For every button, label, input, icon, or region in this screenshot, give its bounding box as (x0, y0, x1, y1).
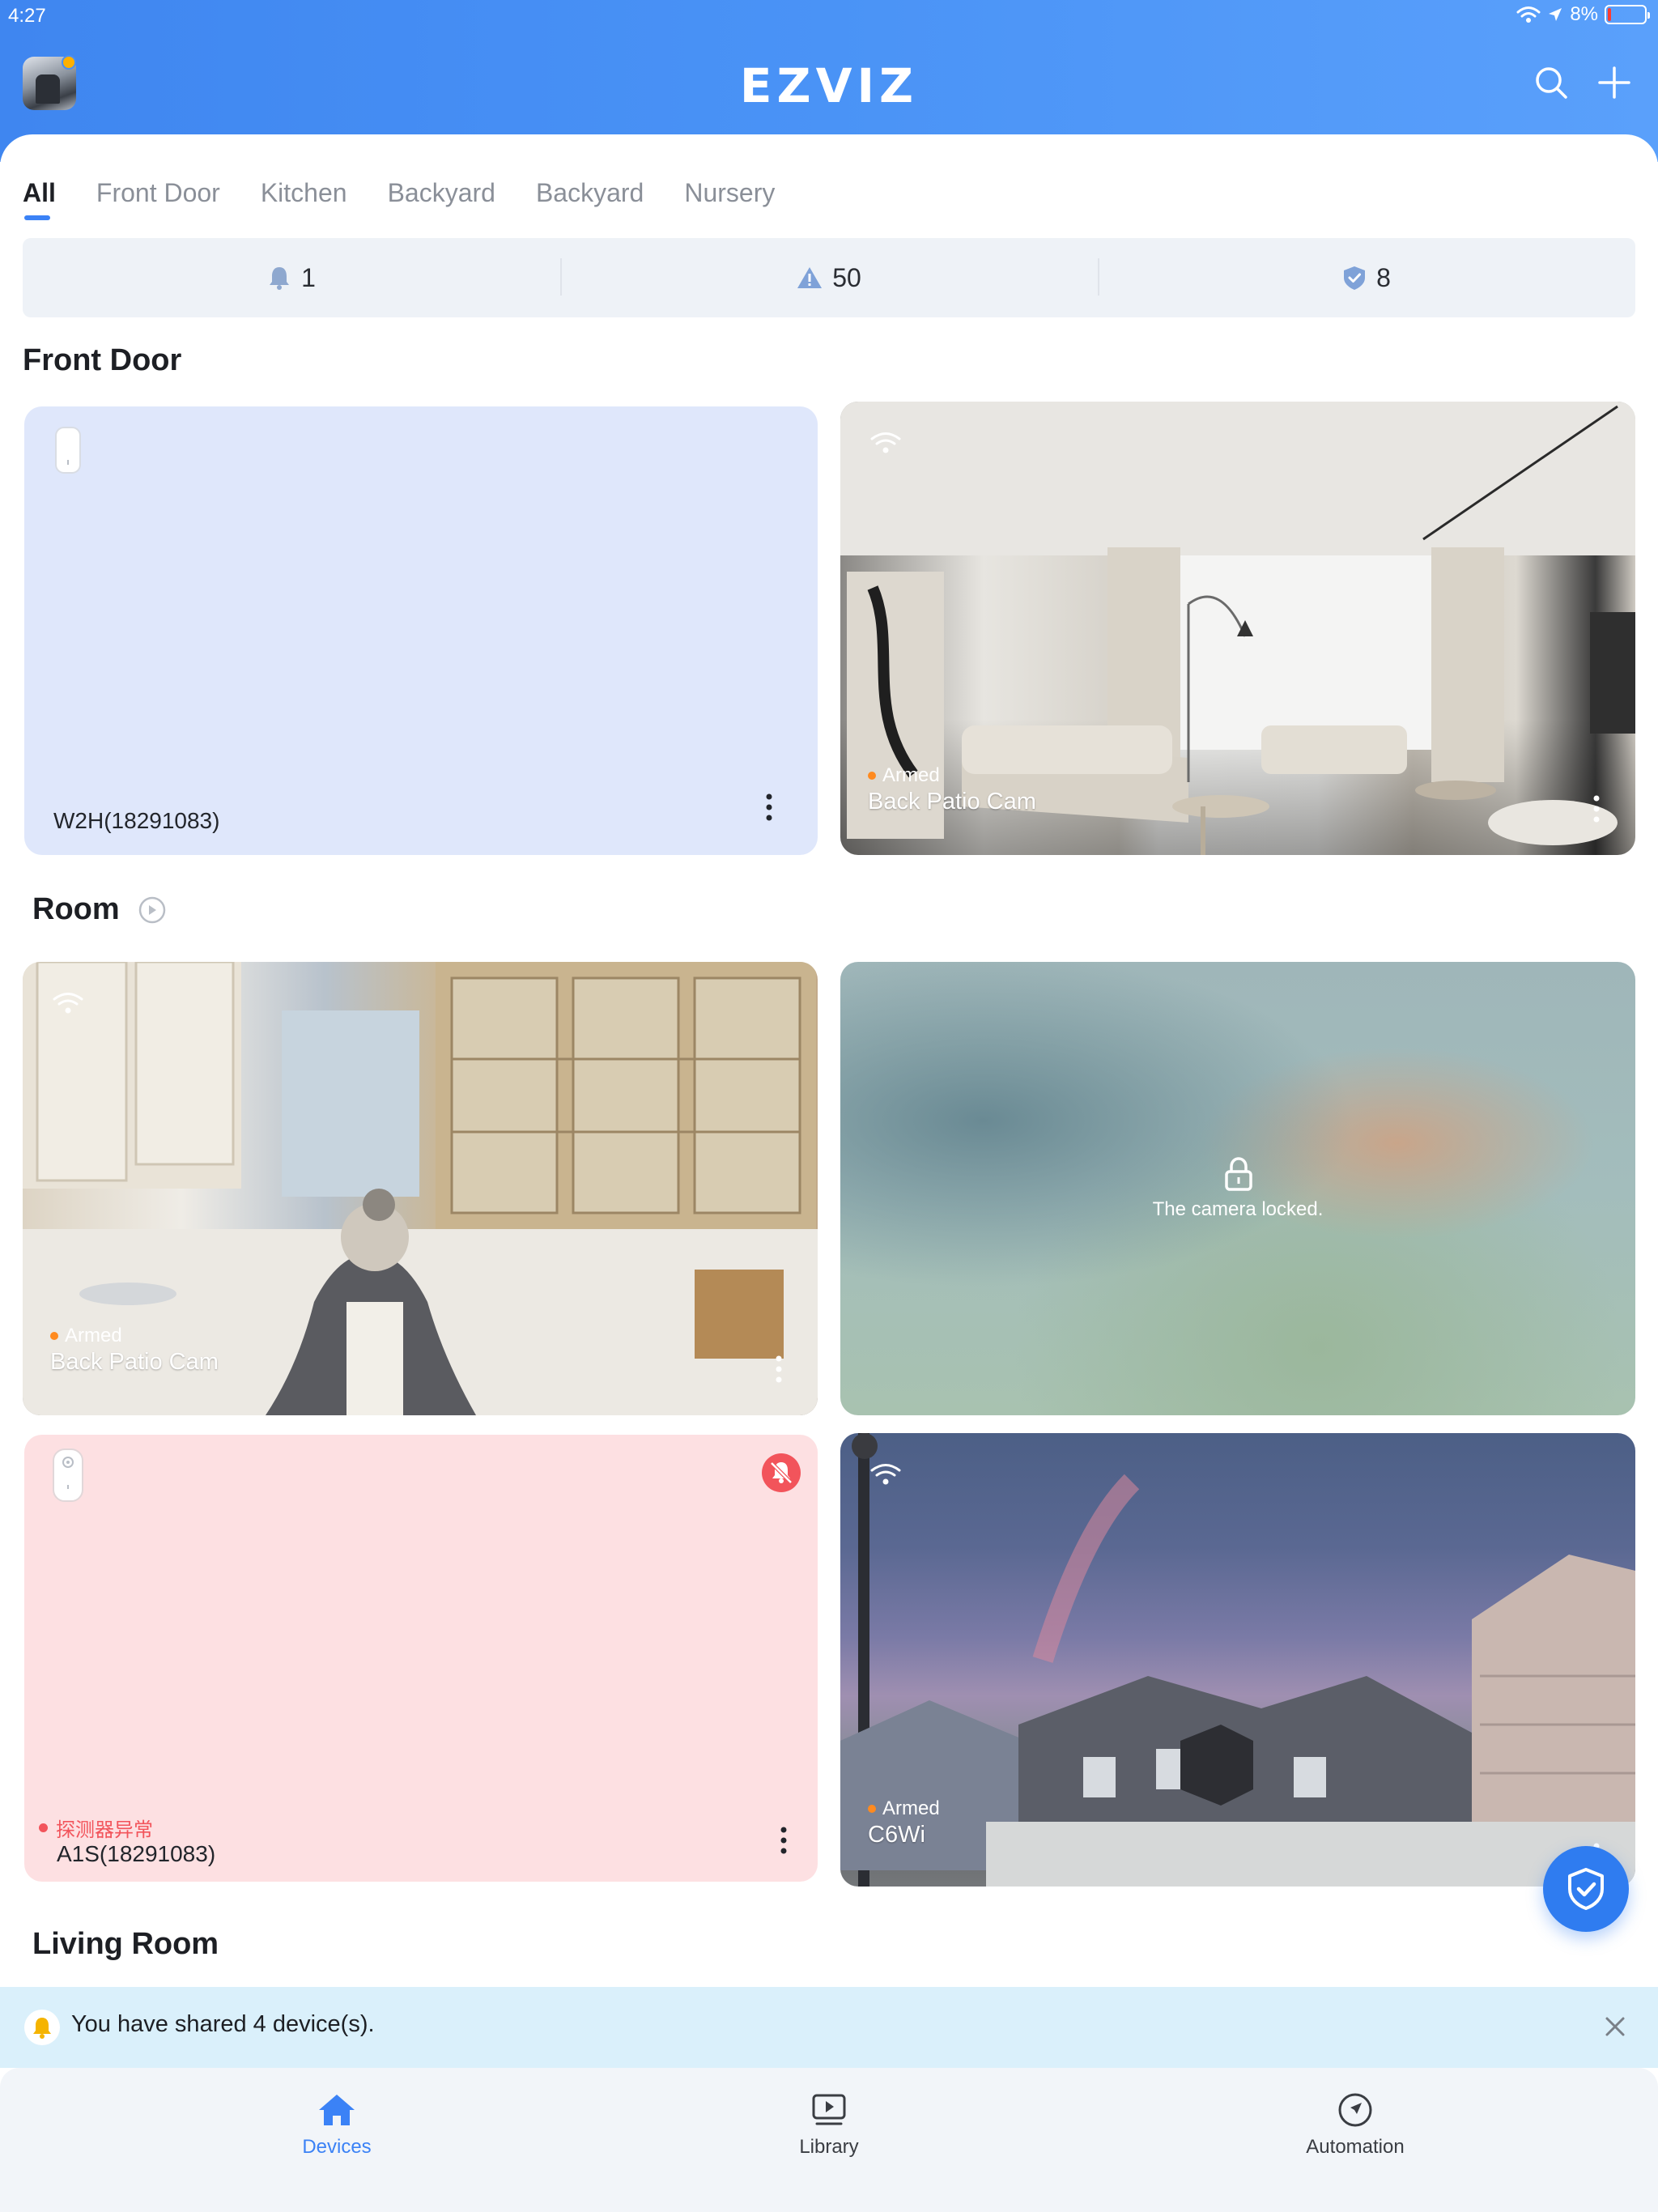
shared-devices-banner[interactable]: You have shared 4 device(s). (0, 1987, 1658, 2068)
armed-status: Armed (50, 1325, 122, 1347)
detector-device-icon (53, 1448, 83, 1502)
device-card-w2h[interactable]: W2H(18291083) (24, 406, 818, 855)
tab-automation-label: Automation (1306, 2136, 1405, 2158)
section-title-room: Room (32, 892, 120, 926)
armed-dot (868, 772, 876, 780)
warnings-summary[interactable]: 50 (560, 257, 1098, 296)
device-name: W2H(18291083) (53, 808, 220, 833)
alerts-count: 1 (301, 262, 316, 292)
more-options-icon[interactable] (766, 793, 772, 821)
section-title-front-door: Front Door (23, 343, 182, 377)
status-time: 4:27 (8, 5, 46, 27)
tab-backyard[interactable]: Backyard (388, 178, 495, 227)
search-icon[interactable] (1532, 63, 1571, 102)
armed-label: Armed (882, 764, 940, 786)
tab-nursery[interactable]: Nursery (684, 178, 775, 227)
compass-icon (1338, 2093, 1372, 2127)
camera-card-back-patio-1[interactable]: Armed Back Patio Cam (840, 402, 1635, 855)
shield-check-icon (1344, 266, 1366, 290)
camera-preview-image (23, 962, 818, 1415)
camera-name: Back Patio Cam (868, 789, 1036, 815)
protected-count: 8 (1376, 262, 1391, 292)
tab-devices[interactable]: Devices (256, 2092, 418, 2159)
device-card-a1s[interactable]: 探测器异常 A1S(18291083) (24, 1435, 818, 1882)
warning-icon (797, 267, 823, 288)
tab-automation[interactable]: Automation (1274, 2092, 1436, 2159)
camera-name: Back Patio Cam (50, 1349, 219, 1375)
armed-label: Armed (882, 1797, 940, 1819)
wifi-icon (870, 1464, 901, 1485)
security-shield-button[interactable] (1543, 1846, 1629, 1932)
home-icon (319, 2095, 355, 2125)
shield-check-icon (1568, 1868, 1604, 1910)
add-icon[interactable] (1595, 63, 1634, 102)
armed-label: Armed (65, 1325, 122, 1346)
armed-status: Armed (868, 764, 940, 787)
battery-percent: 8% (1570, 3, 1598, 25)
play-circle-icon[interactable] (134, 895, 170, 925)
tab-kitchen[interactable]: Kitchen (261, 178, 347, 227)
brand-logo: EZVIZ (739, 58, 919, 113)
banner-bell-icon (24, 2010, 60, 2045)
tab-library-label: Library (799, 2136, 859, 2158)
alerts-summary[interactable]: 1 (23, 263, 560, 293)
wifi-icon (53, 993, 83, 1014)
tab-backyard-2[interactable]: Backyard (536, 178, 644, 227)
more-options-icon[interactable] (780, 1827, 787, 1854)
tab-library[interactable]: Library (748, 2092, 910, 2159)
camera-preview-image (840, 402, 1635, 855)
status-indicators: 8% (1516, 3, 1650, 26)
camera-card-back-patio-2[interactable]: Armed Back Patio Cam (23, 962, 818, 1415)
location-arrow-icon (1549, 8, 1562, 21)
section-title-living-room: Living Room (32, 1927, 219, 1961)
bell-icon (270, 267, 290, 290)
sensor-device-icon (55, 427, 81, 474)
warnings-count: 50 (832, 262, 861, 292)
wifi-icon (870, 432, 901, 453)
battery-icon (1605, 5, 1650, 24)
wifi-status-icon (1516, 6, 1541, 23)
protected-summary[interactable]: 8 (1098, 257, 1635, 296)
camera-name: C6Wi (868, 1822, 925, 1848)
more-options-icon[interactable] (776, 1355, 782, 1383)
armed-status: Armed (868, 1797, 940, 1820)
more-options-icon[interactable] (1593, 795, 1600, 823)
status-summary-bar: 1 50 8 (23, 238, 1635, 317)
device-name: A1S(18291083) (57, 1841, 216, 1866)
tab-devices-label: Devices (302, 2136, 372, 2158)
alarm-muted-icon[interactable] (761, 1453, 801, 1493)
locked-message: The camera locked. (1152, 1198, 1324, 1220)
camera-preview-image (840, 1433, 1635, 1887)
alert-label: 探测器异常 (56, 1819, 153, 1841)
camera-card-c6wi[interactable]: Armed C6Wi (840, 1433, 1635, 1887)
library-icon (812, 2094, 846, 2125)
alert-status: 探测器异常 (39, 1814, 153, 1842)
room-tabs: All Front Door Kitchen Backyard Backyard… (23, 178, 775, 227)
bottom-tab-bar: Devices Library Automation (0, 2068, 1658, 2212)
lock-icon (1225, 1157, 1252, 1191)
close-icon[interactable] (1603, 2014, 1627, 2039)
tab-all[interactable]: All (23, 178, 56, 227)
banner-message: You have shared 4 device(s). (71, 2011, 375, 2037)
armed-dot (868, 1805, 876, 1813)
camera-card-locked[interactable]: The camera locked. (840, 962, 1635, 1415)
alert-dot (39, 1823, 48, 1832)
armed-dot (50, 1332, 58, 1340)
status-bar: 4:27 8% (0, 0, 1658, 32)
tab-front-door[interactable]: Front Door (96, 178, 220, 227)
